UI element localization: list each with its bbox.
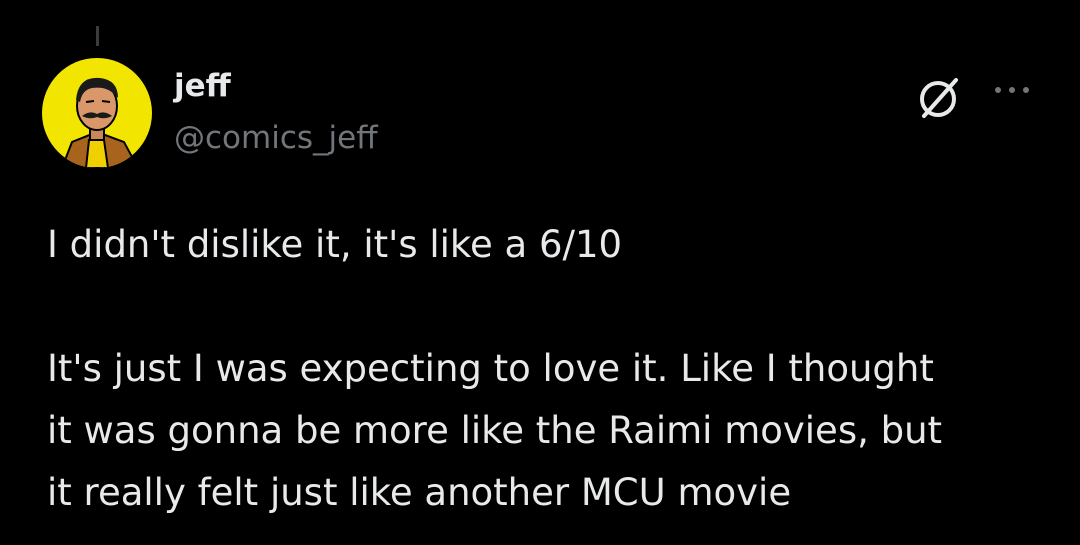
grok-icon[interactable] [912, 72, 964, 124]
tweet-text: I didn't dislike it, it's like a 6/10 It… [47, 214, 1047, 524]
avatar[interactable] [42, 58, 152, 168]
tweet-line-1: I didn't dislike it, it's like a 6/10 [47, 223, 623, 266]
user-handle[interactable]: @comics_jeff [174, 119, 378, 157]
tweet-line-4: it really felt just like another MCU mov… [47, 471, 792, 514]
thread-connector-line [96, 26, 99, 46]
avatar-image [42, 58, 152, 168]
display-name[interactable]: jeff [174, 67, 231, 105]
tweet-line-3: it was gonna be more like the Raimi movi… [47, 409, 943, 452]
more-options-icon[interactable] [990, 80, 1034, 100]
tweet-line-2: It's just I was expecting to love it. Li… [47, 347, 934, 390]
